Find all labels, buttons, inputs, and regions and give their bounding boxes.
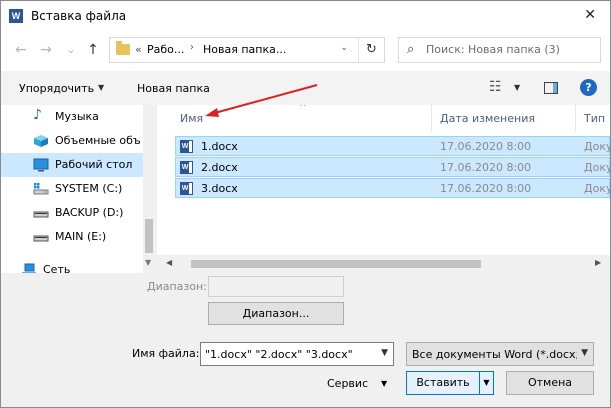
sidebar-item-desktop[interactable]: Рабочий стол (1, 153, 143, 177)
filename-input[interactable]: "1.docx" "2.docx" "3.docx" ▼ (200, 342, 394, 366)
refresh-icon[interactable]: ↻ (358, 38, 384, 62)
scroll-left-icon[interactable]: ◀ (166, 258, 172, 267)
organize-dropdown-icon[interactable]: ▼ (98, 83, 104, 92)
sidebar-scroll-thumb[interactable] (145, 219, 153, 253)
file-row[interactable]: 3.docx 17.06.2020 8:00 Доку (175, 178, 610, 198)
hscroll-thumb[interactable] (191, 260, 481, 268)
insert-split-button[interactable]: Вставить ▼ (406, 371, 494, 395)
word-document-icon (180, 182, 193, 195)
filetype-dropdown-icon[interactable]: ▼ (581, 348, 588, 358)
view-options-icon[interactable]: ☷ (489, 79, 502, 95)
sidebar-item-label: Музыка (55, 110, 99, 123)
file-row[interactable]: 2.docx 17.06.2020 8:00 Доку (175, 157, 610, 177)
title-bar: W Вставка файла ✕ (1, 1, 610, 31)
word-app-icon: W (9, 9, 23, 23)
search-box[interactable]: ⌕ Поиск: Новая папка (3) (398, 37, 601, 63)
file-row[interactable]: 1.docx 17.06.2020 8:00 Доку (175, 136, 610, 156)
service-button[interactable]: Сервис (327, 377, 368, 390)
music-note-icon: ♪ (33, 107, 42, 123)
sidebar-item-label: Рабочий стол (55, 158, 133, 171)
word-document-icon (180, 161, 193, 174)
file-name: 3.docx (201, 182, 238, 195)
organize-button[interactable]: Упорядочить (19, 82, 94, 95)
navigation-bar: ← → ⌄ ↑ « Рабо... › Новая папка... ⌄ ↻ ⌕… (1, 31, 610, 71)
sidebar-item-music[interactable]: ♪ Музыка (1, 105, 143, 129)
sidebar-item-network[interactable]: Сеть (1, 258, 131, 273)
column-divider[interactable] (575, 105, 576, 131)
filename-value: "1.docx" "2.docx" "3.docx" (205, 348, 353, 361)
breadcrumb-segment-2[interactable]: Новая папка... (203, 43, 286, 56)
sidebar-item-3d-objects[interactable]: Объемные объ (1, 129, 143, 153)
sidebar-item-system-drive[interactable]: SYSTEM (C:) (1, 177, 143, 201)
navigation-pane: ♪ Музыка Объемные объ Рабочий стол SYSTE… (1, 105, 155, 273)
sidebar-item-label: Объемные объ (55, 134, 141, 147)
close-icon[interactable]: ✕ (584, 7, 596, 23)
file-type: Доку (584, 182, 610, 195)
sidebar-item-label: BACKUP (D:) (55, 206, 124, 219)
preview-pane-icon[interactable] (544, 82, 558, 94)
column-header-name[interactable]: Имя (180, 112, 203, 125)
file-type: Доку (584, 140, 610, 153)
breadcrumb-separator-icon[interactable]: › (190, 42, 194, 53)
cancel-button[interactable]: Отмена (506, 371, 594, 395)
range-input (208, 276, 344, 297)
back-arrow-icon[interactable]: ← (11, 39, 31, 61)
breadcrumb-segment-1[interactable]: Рабо... (147, 43, 184, 56)
filename-dropdown-icon[interactable]: ▼ (381, 348, 388, 358)
drive-icon (33, 206, 49, 220)
network-icon (21, 263, 37, 273)
sidebar-item-label: Сеть (43, 263, 71, 273)
cube-icon (33, 134, 49, 148)
sidebar-item-backup-drive[interactable]: BACKUP (D:) (1, 201, 143, 225)
filename-label: Имя файла: (132, 347, 200, 360)
range-button[interactable]: Диапазон... (208, 302, 344, 325)
desktop-icon (33, 158, 49, 172)
drive-icon (33, 230, 49, 244)
service-dropdown-icon[interactable]: ▼ (381, 379, 387, 388)
file-list-hscrollbar[interactable]: ◀ ▶ (157, 255, 610, 273)
search-icon: ⌕ (407, 42, 415, 57)
file-name: 1.docx (201, 140, 238, 153)
address-overflow[interactable]: « (135, 43, 142, 56)
word-document-icon (180, 140, 193, 153)
system-drive-icon (33, 182, 49, 196)
annotation-arrow-icon (205, 84, 318, 117)
column-header-type[interactable]: Тип (584, 112, 605, 125)
column-header-date[interactable]: Дата изменения (440, 112, 535, 125)
forward-arrow-icon[interactable]: → (36, 39, 56, 61)
search-input[interactable]: Поиск: Новая папка (3) (426, 43, 560, 56)
address-dropdown-icon[interactable]: ⌄ (340, 43, 348, 53)
sidebar-item-label: SYSTEM (C:) (55, 182, 123, 195)
view-dropdown-icon[interactable]: ▼ (514, 83, 520, 92)
column-divider[interactable] (431, 105, 432, 131)
file-date: 17.06.2020 8:00 (440, 182, 532, 195)
file-list: ^ Имя Дата изменения Тип 1.docx 17.06.20… (157, 105, 610, 273)
scroll-down-icon[interactable]: ▼ (145, 258, 151, 267)
range-label: Диапазон: (147, 280, 207, 293)
folder-icon (116, 41, 130, 55)
address-bar[interactable]: « Рабо... › Новая папка... ⌄ ↻ (109, 37, 385, 63)
window-title: Вставка файла (31, 9, 127, 23)
scroll-right-icon[interactable]: ▶ (595, 258, 601, 267)
help-icon[interactable]: ? (580, 79, 597, 96)
filetype-value: Все документы Word (*.docx;* (412, 348, 577, 361)
recent-locations-chevron-icon[interactable]: ⌄ (61, 39, 81, 61)
file-name: 2.docx (201, 161, 238, 174)
insert-dropdown-icon[interactable]: ▼ (479, 372, 493, 394)
file-date: 17.06.2020 8:00 (440, 140, 532, 153)
up-arrow-icon[interactable]: ↑ (83, 39, 103, 61)
insert-file-dialog: W Вставка файла ✕ ← → ⌄ ↑ « Рабо... › Но… (0, 0, 611, 408)
sidebar-item-main-drive[interactable]: MAIN (E:) (1, 225, 143, 249)
filetype-select[interactable]: Все документы Word (*.docx;* ▼ (406, 342, 594, 366)
new-folder-button[interactable]: Новая папка (137, 82, 210, 95)
file-type: Доку (584, 161, 610, 174)
insert-button[interactable]: Вставить (407, 372, 479, 394)
sidebar-item-label: MAIN (E:) (55, 230, 107, 243)
sidebar-scrollbar[interactable]: ▼ (143, 105, 155, 273)
file-date: 17.06.2020 8:00 (440, 161, 532, 174)
